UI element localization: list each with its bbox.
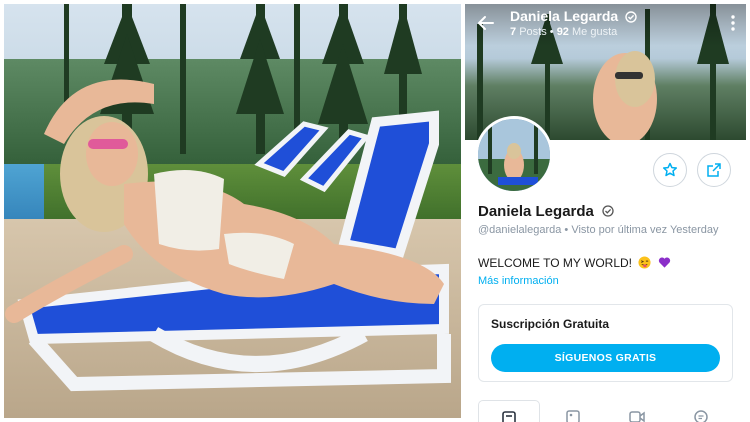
header-title: Daniela Legarda xyxy=(510,8,637,24)
follow-free-button[interactable]: SÍGUENOS GRATIS xyxy=(491,344,720,372)
tab-photos[interactable] xyxy=(542,400,604,422)
share-icon xyxy=(707,163,721,177)
star-icon xyxy=(662,162,678,177)
stats-separator: • xyxy=(549,26,554,38)
verified-badge-icon xyxy=(602,205,614,217)
videos-icon xyxy=(629,411,645,422)
arrow-left-icon[interactable] xyxy=(477,14,495,32)
avatar-image xyxy=(478,119,550,191)
last-seen: Visto por última vez Yesterday xyxy=(571,224,719,236)
more-vertical-icon[interactable] xyxy=(730,14,736,32)
meta-separator: • xyxy=(564,224,569,236)
share-button[interactable] xyxy=(697,153,731,187)
subscription-card: Suscripción Gratuita SÍGUENOS GRATIS xyxy=(478,304,733,382)
profile-handle: @danielalegarda xyxy=(478,224,562,236)
comments-icon xyxy=(694,410,708,422)
tab-videos[interactable] xyxy=(606,400,668,422)
tab-posts[interactable] xyxy=(478,400,540,422)
bio-text: WELCOME TO MY WORLD! xyxy=(478,256,633,270)
photos-icon xyxy=(566,410,580,422)
add-favorite-button[interactable] xyxy=(653,153,687,187)
tab-comments[interactable] xyxy=(670,400,732,422)
more-info-link[interactable]: Más información xyxy=(478,275,559,287)
avatar[interactable] xyxy=(475,116,553,194)
header-name: Daniela Legarda xyxy=(510,8,619,24)
profile-panel: Daniela Legarda 7 Posts • 92 Me gusta Da… xyxy=(465,4,746,422)
header-stats: 7 Posts • 92 Me gusta xyxy=(510,26,617,38)
posts-icon xyxy=(502,411,516,422)
profile-header-bar: Daniela Legarda 7 Posts • 92 Me gusta xyxy=(465,4,746,44)
subscription-title: Suscripción Gratuita xyxy=(491,317,610,331)
purple-heart-icon xyxy=(658,257,670,268)
photo-scene xyxy=(5,4,451,392)
profile-name-text: Daniela Legarda xyxy=(478,203,594,220)
posts-count: 7 xyxy=(510,26,517,38)
likes-label: Me gusta xyxy=(572,26,618,38)
profile-tabs xyxy=(478,400,733,422)
post-photo[interactable] xyxy=(4,4,461,418)
verified-badge-icon xyxy=(625,11,637,23)
likes-count: 92 xyxy=(556,26,569,38)
posts-label: Posts xyxy=(519,26,547,38)
profile-meta: @danielalegarda • Visto por última vez Y… xyxy=(478,224,719,236)
profile-name: Daniela Legarda xyxy=(478,203,614,220)
tongue-wink-emoji-icon xyxy=(638,256,651,269)
profile-bio: WELCOME TO MY WORLD! xyxy=(478,256,671,270)
